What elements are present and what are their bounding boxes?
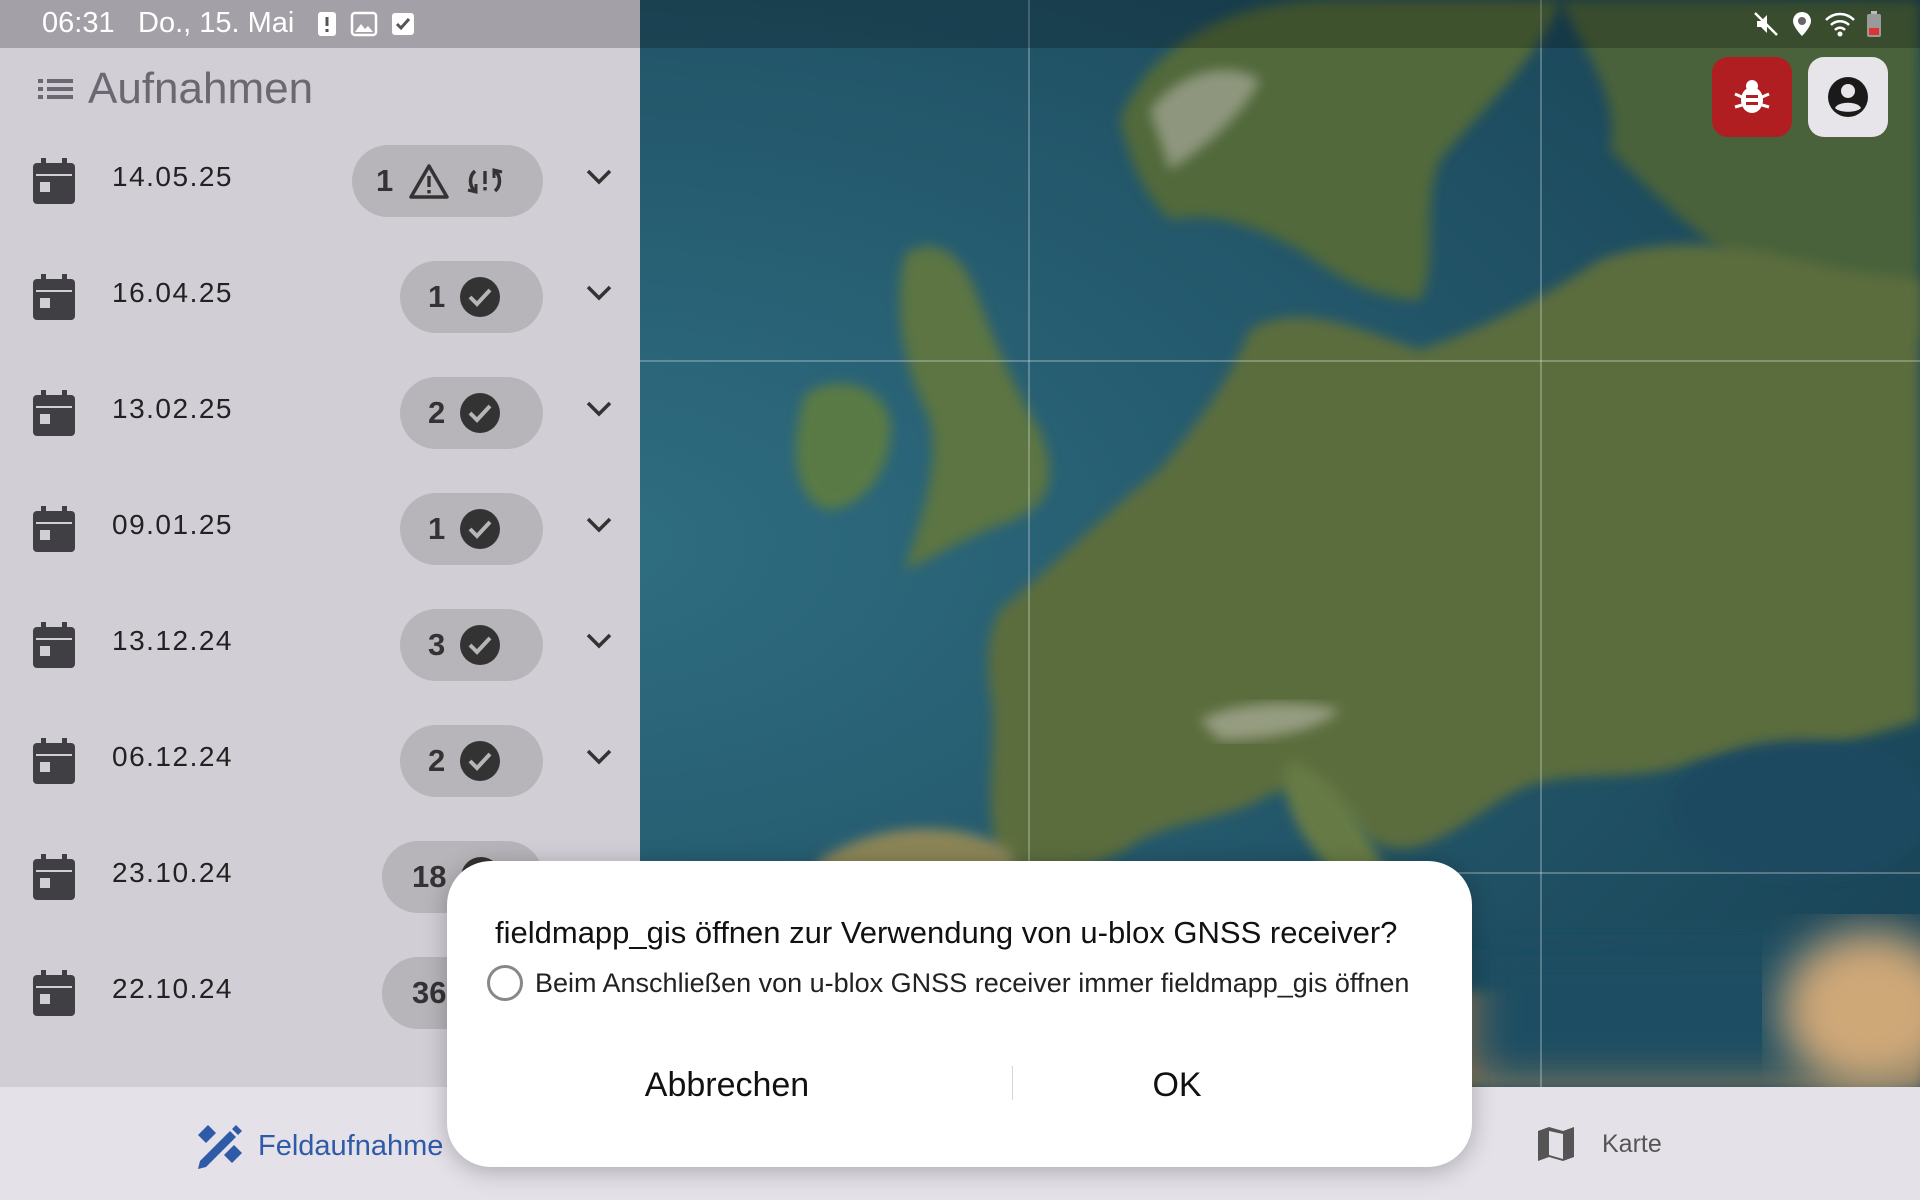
always-open-label: Beim Anschließen von u-blox GNSS receive… bbox=[535, 967, 1410, 998]
recording-date: 16.04.25 bbox=[112, 277, 233, 308]
check-circle-icon bbox=[460, 277, 501, 317]
mute-icon bbox=[1754, 12, 1778, 36]
nav-map[interactable]: Karte bbox=[1536, 1125, 1662, 1163]
battery-low-icon bbox=[1867, 11, 1881, 37]
recording-date: 23.10.24 bbox=[112, 857, 233, 888]
map-icon bbox=[1538, 1127, 1574, 1161]
recording-count: 36 bbox=[412, 975, 447, 1010]
chevron-down-icon[interactable] bbox=[582, 279, 616, 307]
recording-count: 18 bbox=[412, 859, 447, 894]
status-badge[interactable]: 2 bbox=[400, 725, 543, 797]
recording-row[interactable]: 16.04.25 1 bbox=[0, 235, 640, 351]
location-icon bbox=[1793, 12, 1811, 36]
calendar-icon bbox=[33, 970, 75, 1016]
always-open-checkbox[interactable] bbox=[487, 965, 523, 1001]
ok-button[interactable]: OK bbox=[997, 1055, 1357, 1115]
alert-icon bbox=[318, 12, 336, 36]
status-badge[interactable]: 2 bbox=[400, 377, 543, 449]
debug-button[interactable] bbox=[1712, 57, 1792, 137]
nav-field-recording[interactable]: Feldaufnahme bbox=[194, 1121, 443, 1171]
list-icon[interactable] bbox=[36, 72, 76, 106]
calendar-icon bbox=[33, 738, 75, 784]
status-bar: 06:31 Do., 15. Mai bbox=[0, 0, 1920, 48]
panel-header[interactable]: Aufnahmen bbox=[36, 64, 313, 114]
status-badge[interactable]: 3 bbox=[400, 609, 543, 681]
status-badge[interactable]: 1 bbox=[400, 493, 543, 565]
recording-count: 1 bbox=[428, 279, 446, 314]
check-circle-icon bbox=[460, 393, 501, 433]
recording-row[interactable]: 13.02.25 2 bbox=[0, 351, 640, 467]
panel-title: Aufnahmen bbox=[88, 64, 314, 113]
status-badge[interactable]: 1 bbox=[400, 261, 543, 333]
calendar-icon bbox=[33, 274, 75, 320]
nav-map-label: Karte bbox=[1602, 1129, 1662, 1158]
recording-row[interactable]: 13.12.24 3 bbox=[0, 583, 640, 699]
nav-field-label: Feldaufnahme bbox=[258, 1129, 444, 1162]
recording-count: 1 bbox=[376, 163, 394, 198]
chevron-down-icon[interactable] bbox=[582, 511, 616, 539]
chevron-down-icon[interactable] bbox=[582, 627, 616, 655]
recording-count: 3 bbox=[428, 627, 446, 662]
wifi-icon bbox=[1825, 12, 1855, 37]
always-open-option[interactable]: Beim Anschließen von u-blox GNSS receive… bbox=[487, 965, 1409, 1001]
chevron-down-icon[interactable] bbox=[582, 395, 616, 423]
calendar-icon bbox=[33, 622, 75, 668]
recording-count: 1 bbox=[428, 511, 446, 546]
calendar-icon bbox=[33, 506, 75, 552]
status-date: Do., 15. Mai bbox=[138, 7, 295, 39]
status-badge[interactable]: 1 bbox=[352, 145, 543, 217]
recording-date: 06.12.24 bbox=[112, 741, 233, 772]
warning-icon bbox=[409, 164, 449, 199]
recording-count: 2 bbox=[428, 743, 446, 778]
recording-row[interactable]: 14.05.25 1 bbox=[0, 119, 640, 235]
dialog-title: fieldmapp_gis öffnen zur Verwendung von … bbox=[495, 915, 1398, 950]
recording-date: 13.12.24 bbox=[112, 625, 233, 656]
checkbox-icon bbox=[392, 13, 414, 35]
usb-permission-dialog: fieldmapp_gis öffnen zur Verwendung von … bbox=[447, 861, 1472, 1167]
image-icon bbox=[350, 11, 378, 37]
recording-date: 22.10.24 bbox=[112, 973, 233, 1004]
calendar-icon bbox=[33, 854, 75, 900]
recording-count: 2 bbox=[428, 395, 446, 430]
bug-icon bbox=[1734, 80, 1770, 113]
check-circle-icon bbox=[460, 509, 501, 549]
chevron-down-icon[interactable] bbox=[582, 163, 616, 191]
recording-date: 13.02.25 bbox=[112, 393, 233, 424]
recording-row[interactable]: 09.01.25 1 bbox=[0, 467, 640, 583]
sync-problem-icon bbox=[467, 168, 503, 194]
status-time: 06:31 bbox=[42, 7, 115, 39]
cancel-button[interactable]: Abbrechen bbox=[547, 1055, 907, 1115]
recording-date: 14.05.25 bbox=[112, 161, 233, 192]
chevron-down-icon[interactable] bbox=[582, 743, 616, 771]
recording-date: 09.01.25 bbox=[112, 509, 233, 540]
check-circle-icon bbox=[460, 625, 501, 665]
account-icon bbox=[1828, 77, 1868, 117]
account-button[interactable] bbox=[1808, 57, 1888, 137]
recording-row[interactable]: 06.12.24 2 bbox=[0, 699, 640, 815]
calendar-icon bbox=[33, 158, 75, 204]
calendar-icon bbox=[33, 390, 75, 436]
check-circle-icon bbox=[460, 741, 501, 781]
pencil-ruler-icon bbox=[198, 1125, 242, 1169]
